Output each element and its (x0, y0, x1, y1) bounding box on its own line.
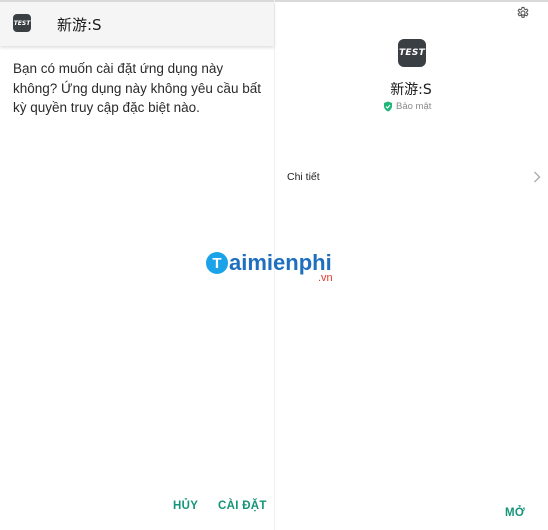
watermark-text: aimienphi (229, 250, 332, 275)
watermark-domain: .vn (318, 272, 333, 284)
details-row[interactable]: Chi tiết (287, 165, 541, 189)
security-label: Bảo mật (396, 101, 432, 112)
app-icon: TEST (13, 14, 31, 32)
app-info-name: 新游:S (390, 82, 432, 98)
details-label: Chi tiết (287, 171, 320, 183)
watermark-initial: T (206, 252, 228, 274)
app-icon-large-label: TEST (398, 48, 426, 58)
settings-gear-icon[interactable] (516, 6, 530, 20)
security-status: Bảo mật (383, 101, 431, 112)
cancel-button[interactable]: HỦY (173, 500, 198, 512)
chevron-right-icon (534, 171, 541, 183)
app-icon-large: TEST (398, 39, 426, 67)
install-button[interactable]: CÀI ĐẶT (218, 500, 267, 512)
install-prompt-text: Bạn có muốn cài đặt ứng dụng này không? … (13, 61, 261, 115)
shield-check-icon (384, 101, 392, 112)
watermark-logo: T aimienphi (206, 250, 332, 276)
app-icon-label: TEST (13, 19, 31, 27)
installer-app-name: 新游:S (57, 16, 102, 34)
open-button[interactable]: MỞ (505, 507, 525, 519)
installer-header: TEST 新游:S (0, 2, 274, 46)
watermark-initial-letter: T (212, 254, 222, 272)
